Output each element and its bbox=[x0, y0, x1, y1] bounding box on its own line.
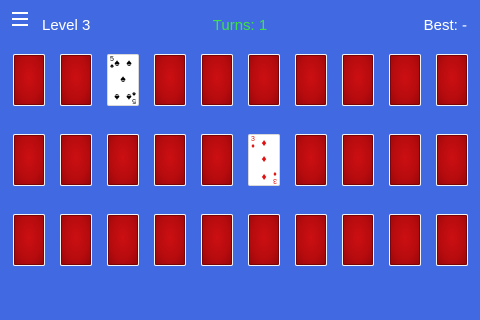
spade-pip-icon: ♠ bbox=[126, 58, 132, 69]
card-back[interactable] bbox=[201, 134, 233, 186]
best-score: Best: - bbox=[423, 17, 467, 34]
card-back[interactable] bbox=[436, 134, 468, 186]
card-back[interactable] bbox=[436, 214, 468, 266]
card-back[interactable] bbox=[342, 134, 374, 186]
diamond-pip-icon: ♦ bbox=[261, 154, 267, 165]
card-back[interactable] bbox=[154, 134, 186, 186]
diamond-pip-icon: ♦ bbox=[261, 138, 267, 149]
card-back[interactable] bbox=[295, 54, 327, 106]
card-rank: 3 bbox=[251, 136, 255, 143]
card-back[interactable] bbox=[295, 214, 327, 266]
card-rank: 3 bbox=[273, 177, 277, 184]
menu-line bbox=[12, 12, 28, 14]
card-back[interactable] bbox=[389, 214, 421, 266]
card-back[interactable] bbox=[107, 134, 139, 186]
card-back[interactable] bbox=[389, 134, 421, 186]
spade-pip-icon: ♠ bbox=[114, 58, 120, 69]
card-back[interactable] bbox=[248, 54, 280, 106]
card-back[interactable] bbox=[436, 54, 468, 106]
card-back[interactable] bbox=[13, 214, 45, 266]
card-face-5-spade[interactable]: 5 ♠ 5 ♠ ♠ ♠ ♠ ♠ ♠ bbox=[107, 54, 139, 106]
card-back[interactable] bbox=[389, 54, 421, 106]
card-corner-tl: 3 ♦ bbox=[250, 136, 256, 150]
card-back[interactable] bbox=[60, 54, 92, 106]
card-back[interactable] bbox=[60, 214, 92, 266]
diamond-icon: ♦ bbox=[273, 170, 277, 177]
card-back[interactable] bbox=[295, 134, 327, 186]
spade-pip-icon: ♠ bbox=[126, 91, 132, 102]
card-back[interactable] bbox=[13, 134, 45, 186]
card-back[interactable] bbox=[201, 214, 233, 266]
card-back[interactable] bbox=[60, 134, 92, 186]
card-back[interactable] bbox=[13, 54, 45, 106]
card-back[interactable] bbox=[107, 214, 139, 266]
diamond-icon: ♦ bbox=[251, 143, 255, 150]
spade-pip-icon: ♠ bbox=[120, 74, 126, 85]
card-back[interactable] bbox=[342, 54, 374, 106]
card-back[interactable] bbox=[201, 54, 233, 106]
card-back[interactable] bbox=[154, 214, 186, 266]
card-back[interactable] bbox=[342, 214, 374, 266]
card-back[interactable] bbox=[154, 54, 186, 106]
card-back[interactable] bbox=[248, 214, 280, 266]
turns-counter: Turns: 1 bbox=[212, 17, 268, 34]
card-face-3-diamond[interactable]: 3 ♦ 3 ♦ ♦ ♦ ♦ bbox=[248, 134, 280, 186]
spade-pip-icon: ♠ bbox=[114, 91, 120, 102]
diamond-pip-icon: ♦ bbox=[261, 171, 267, 182]
card-corner-br: 3 ♦ bbox=[272, 170, 278, 184]
